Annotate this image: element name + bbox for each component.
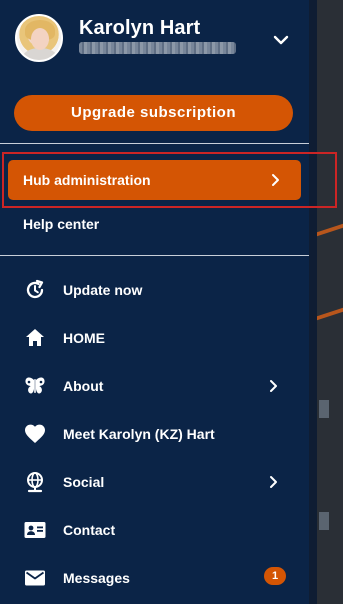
upgrade-subscription-button[interactable]: Upgrade subscription (14, 95, 293, 131)
unread-count-badge: 1 (264, 567, 286, 585)
background-block (319, 400, 329, 418)
selection-highlight (2, 152, 337, 208)
menu-item-meet-karolyn[interactable]: Meet Karolyn (KZ) Hart (0, 412, 309, 456)
menu-item-label: Social (63, 474, 105, 490)
menu-item-about[interactable]: About (0, 364, 309, 408)
menu-item-contact[interactable]: Contact (0, 508, 309, 552)
menu-item-messages[interactable]: Messages 1 (0, 556, 309, 600)
menu-item-label: HOME (63, 330, 105, 346)
chevron-down-icon (273, 35, 289, 45)
menu-item-label: Messages (63, 570, 130, 586)
update-icon (26, 279, 44, 299)
background-shelf (317, 223, 343, 237)
background-page (309, 0, 343, 604)
menu-item-label: Contact (63, 522, 116, 538)
menu-item-home[interactable]: HOME (0, 316, 309, 360)
contact-card-icon (24, 522, 46, 538)
navigation-drawer: Karolyn Hart Upgrade subscription Hub ad… (0, 0, 337, 604)
user-name: Karolyn Hart (79, 17, 201, 39)
profile-dropdown-button[interactable] (269, 28, 293, 52)
background-block (319, 512, 329, 530)
menu-item-label: Update now (63, 282, 143, 298)
background-scroll-strip (309, 0, 317, 604)
background-shelf (317, 307, 343, 321)
divider (0, 143, 309, 144)
menu-item-social[interactable]: Social (0, 460, 309, 504)
profile-header: Karolyn Hart (0, 0, 309, 80)
mail-icon (25, 570, 45, 586)
avatar (15, 14, 63, 62)
menu-item-label: About (63, 378, 104, 394)
home-icon (26, 329, 44, 346)
chevron-right-icon (270, 380, 277, 392)
menu-item-label: Meet Karolyn (KZ) Hart (63, 426, 215, 442)
help-center-link[interactable]: Help center (23, 216, 99, 232)
menu-item-update-now[interactable]: Update now (0, 268, 309, 312)
butterfly-icon (25, 377, 45, 394)
globe-icon (27, 472, 43, 493)
user-email-redacted (79, 42, 236, 54)
chevron-right-icon (270, 476, 277, 488)
divider (0, 255, 309, 256)
heart-icon (25, 424, 45, 443)
